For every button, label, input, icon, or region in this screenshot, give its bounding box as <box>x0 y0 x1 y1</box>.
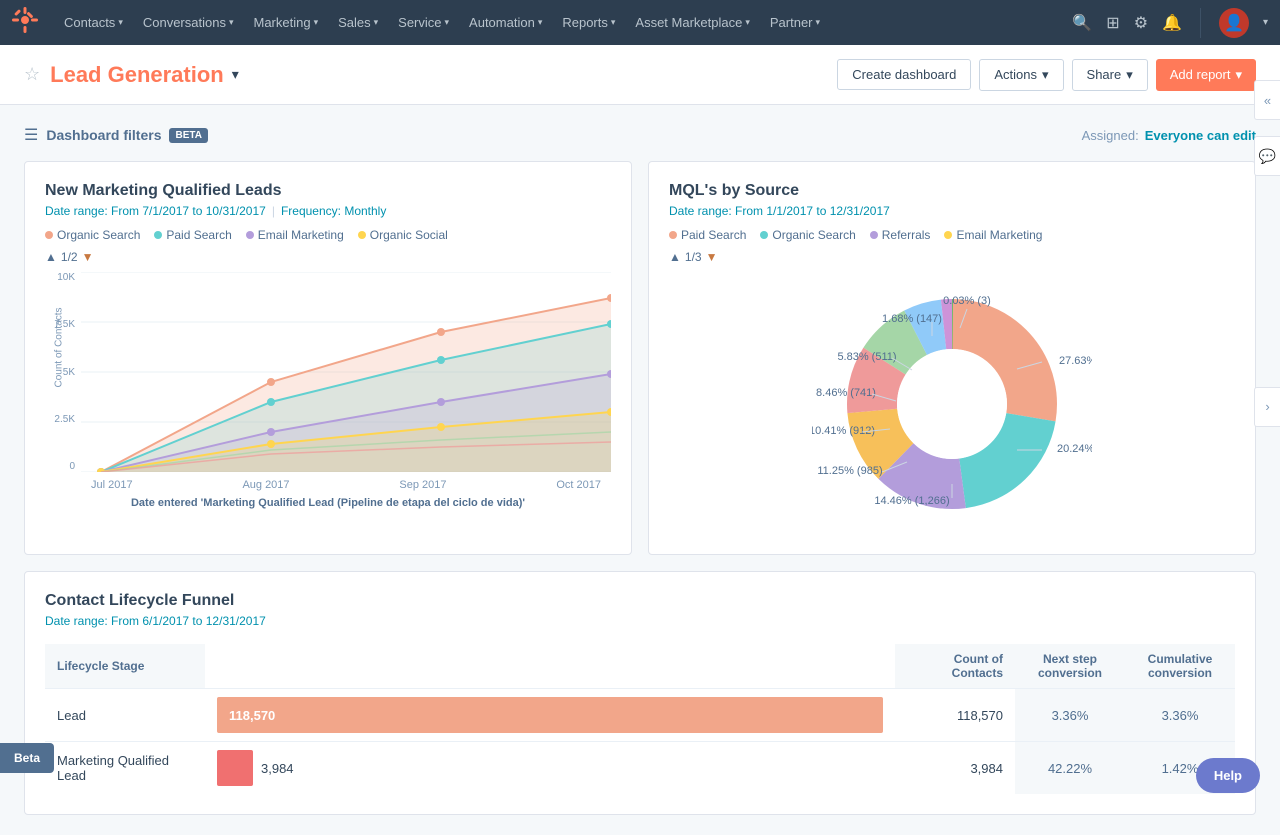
nav-item-asset-marketplace[interactable]: Asset Marketplace▾ <box>625 0 759 45</box>
funnel-date-range: Date range: From 6/1/2017 to 12/31/2017 <box>45 614 1235 628</box>
legend-email-marketing: Email Marketing <box>246 228 344 242</box>
beta-button[interactable]: Beta <box>0 743 54 773</box>
mql-date-range: Date range: From 7/1/2017 to 10/31/2017 <box>45 204 266 218</box>
lead-next-pct: 3.36% <box>1015 689 1125 742</box>
settings-icon[interactable]: ⚙ <box>1134 13 1148 33</box>
apps-icon[interactable]: ⊞ <box>1106 13 1119 33</box>
pagination-down-icon[interactable]: ▼ <box>82 250 94 264</box>
mql-next-pct: 42.22% <box>1015 742 1125 795</box>
dashboard-filters-label[interactable]: Dashboard filters <box>46 127 161 143</box>
source-pagination-up-icon[interactable]: ▲ <box>669 250 681 264</box>
nav-item-sales[interactable]: Sales▾ <box>328 0 388 45</box>
create-dashboard-button[interactable]: Create dashboard <box>837 59 971 90</box>
lead-cum-pct: 3.36% <box>1125 689 1235 742</box>
filters-bar: ☰ Dashboard filters BETA Assigned: Every… <box>24 125 1256 145</box>
add-report-chevron-icon: ▾ <box>1235 67 1242 83</box>
user-avatar[interactable]: 👤 <box>1219 8 1249 38</box>
header-bar: ☆ Lead Generation ▾ Create dashboard Act… <box>0 45 1280 105</box>
nav-item-conversations[interactable]: Conversations▾ <box>133 0 244 45</box>
table-row: Marketing Qualified Lead 3,984 3,984 42.… <box>45 742 1235 795</box>
svg-text:0.03% (3): 0.03% (3) <box>943 295 991 307</box>
stage-mql: Marketing Qualified Lead <box>45 742 205 795</box>
legend-paid-search: Paid Search <box>154 228 231 242</box>
favorite-star-icon[interactable]: ☆ <box>24 64 40 85</box>
collapse-sidebar-button[interactable]: « <box>1254 80 1280 120</box>
y-axis-label: Count of Contacts <box>54 307 65 387</box>
nav-item-marketing[interactable]: Marketing▾ <box>243 0 328 45</box>
beta-badge: BETA <box>169 128 207 143</box>
mql-frequency: Frequency: Monthly <box>281 204 386 218</box>
svg-text:27.63% (2,420): 27.63% (2,420) <box>1059 355 1092 367</box>
source-pagination-down-icon[interactable]: ▼ <box>706 250 718 264</box>
assigned-label: Assigned: <box>1082 128 1139 143</box>
share-button[interactable]: Share ▾ <box>1072 59 1148 91</box>
x-axis-title: Date entered 'Marketing Qualified Lead (… <box>45 497 611 509</box>
funnel-title: Contact Lifecycle Funnel <box>45 592 1235 610</box>
svg-text:20.24% (1,773): 20.24% (1,773) <box>1057 443 1092 455</box>
user-chevron[interactable]: ▾ <box>1263 17 1268 28</box>
actions-button[interactable]: Actions ▾ <box>979 59 1063 91</box>
search-icon[interactable]: 🔍 <box>1072 13 1092 33</box>
filter-icon: ☰ <box>24 125 38 145</box>
mql-source-legend: Paid Search Organic Search Referrals Ema… <box>669 228 1235 242</box>
funnel-table: Lifecycle Stage Count of Contacts Next s… <box>45 644 1235 794</box>
mql-chart-title: New Marketing Qualified Leads <box>45 182 611 200</box>
col-stage-header: Lifecycle Stage <box>45 644 205 689</box>
bar-lead: 118,570 <box>205 689 895 742</box>
next-arrow-button[interactable]: › <box>1254 387 1280 427</box>
share-chevron-icon: ▾ <box>1126 67 1133 83</box>
add-report-button[interactable]: Add report ▾ <box>1156 59 1256 91</box>
funnel-card: Contact Lifecycle Funnel Date range: Fro… <box>24 571 1256 815</box>
mql-count: 3,984 <box>261 761 294 776</box>
bar-mql: 3,984 <box>205 742 895 795</box>
col-cumulative-header: Cumulative conversion <box>1125 644 1235 689</box>
mql-count-cell: 3,984 <box>895 742 1015 795</box>
mql-legend: Organic Search Paid Search Email Marketi… <box>45 228 611 242</box>
notifications-icon[interactable]: 🔔 <box>1162 13 1182 33</box>
svg-text:10.41% (912): 10.41% (912) <box>812 425 875 437</box>
col-next-header: Next step conversion <box>1015 644 1125 689</box>
help-button[interactable]: Help <box>1196 758 1260 793</box>
hubspot-logo[interactable] <box>12 7 38 39</box>
chat-icon[interactable]: 💬 <box>1254 136 1280 176</box>
page-title: Lead Generation <box>50 62 224 88</box>
table-row: Lead 118,570 118,570 3.36% 3.36% <box>45 689 1235 742</box>
mql-line-chart-card: New Marketing Qualified Leads Date range… <box>24 161 632 555</box>
mql-source-title: MQL's by Source <box>669 182 1235 200</box>
stage-lead: Lead <box>45 689 205 742</box>
mql-source-donut-chart: 27.63% (2,420) 20.24% (1,773) 14.46% (1,… <box>812 274 1092 534</box>
assigned-link[interactable]: Everyone can edit <box>1145 128 1256 143</box>
title-chevron-icon[interactable]: ▾ <box>232 66 239 83</box>
mql-source-date-range: Date range: From 1/1/2017 to 12/31/2017 <box>669 204 890 218</box>
nav-item-reports[interactable]: Reports▾ <box>552 0 625 45</box>
nav-item-contacts[interactable]: Contacts▾ <box>54 0 133 45</box>
mql-line-chart <box>81 272 611 472</box>
legend-organic-search: Organic Search <box>45 228 140 242</box>
svg-text:1.68% (147): 1.68% (147) <box>882 313 942 325</box>
nav-item-automation[interactable]: Automation▾ <box>459 0 552 45</box>
col-contacts-header: Count of Contacts <box>895 644 1015 689</box>
lead-count-cell: 118,570 <box>895 689 1015 742</box>
legend-organic-social: Organic Social <box>358 228 448 242</box>
top-nav: Contacts▾ Conversations▾ Marketing▾ Sale… <box>0 0 1280 45</box>
actions-chevron-icon: ▾ <box>1042 67 1049 83</box>
pagination-up-icon[interactable]: ▲ <box>45 250 57 264</box>
svg-text:11.25% (985): 11.25% (985) <box>817 465 882 477</box>
nav-item-service[interactable]: Service▾ <box>388 0 459 45</box>
svg-text:14.46% (1,266): 14.46% (1,266) <box>874 495 949 507</box>
mql-source-pagination: ▲ 1/3 ▼ <box>669 250 1235 264</box>
mql-pagination: ▲ 1/2 ▼ <box>45 250 611 264</box>
mql-source-chart-card: MQL's by Source Date range: From 1/1/201… <box>648 161 1256 555</box>
svg-text:8.46% (741): 8.46% (741) <box>816 387 876 399</box>
lead-count: 118,570 <box>229 708 275 723</box>
svg-text:5.83% (511): 5.83% (511) <box>837 351 896 363</box>
col-bar-header <box>205 644 895 689</box>
nav-item-partner[interactable]: Partner▾ <box>760 0 830 45</box>
